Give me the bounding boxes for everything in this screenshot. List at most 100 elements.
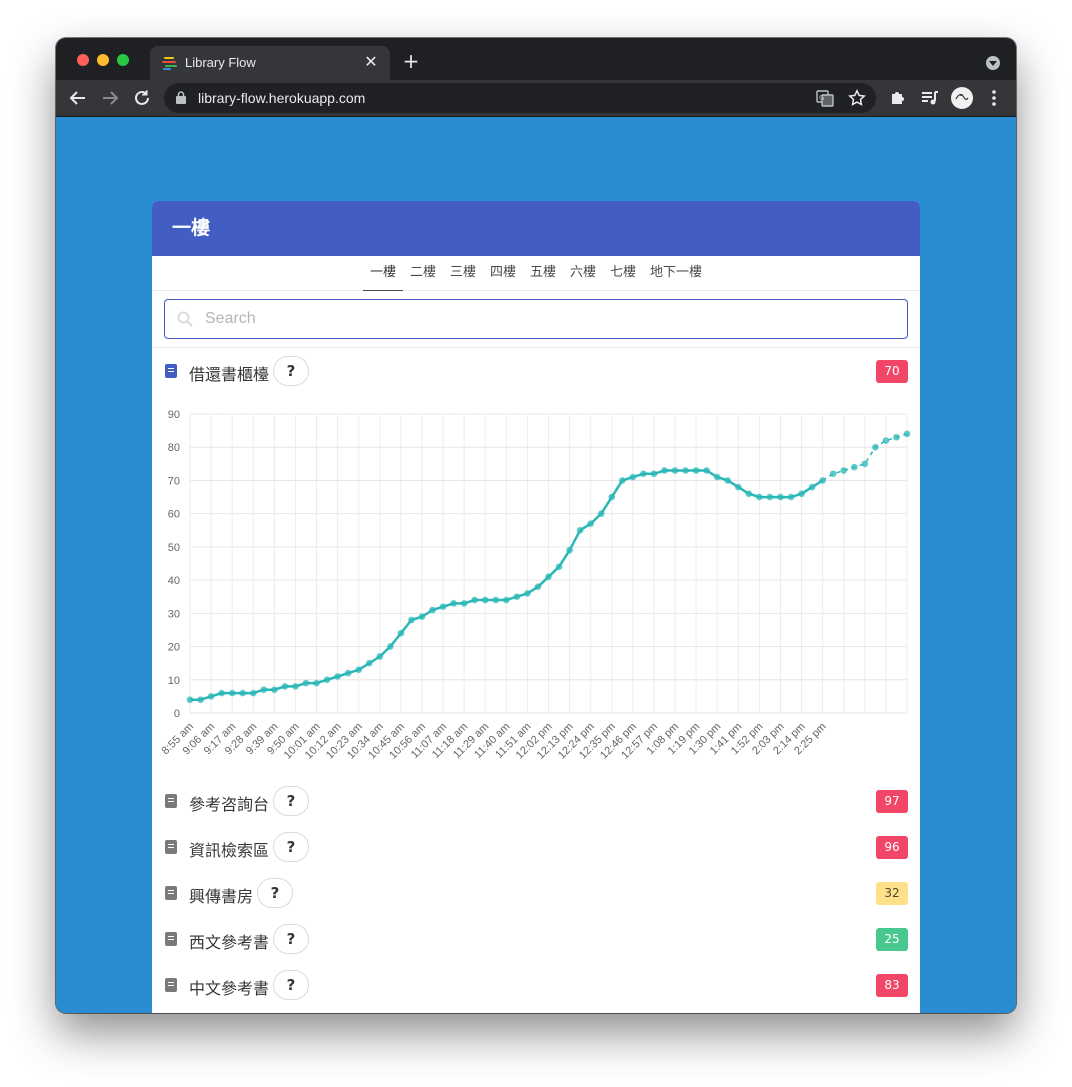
forward-arrow-icon[interactable]: [99, 87, 121, 109]
y-tick-label: 50: [168, 542, 180, 554]
search-input[interactable]: [205, 300, 895, 338]
tab-floor-3[interactable]: 三樓: [443, 256, 483, 291]
data-point: [903, 430, 911, 438]
data-point: [502, 596, 510, 604]
data-point: [291, 682, 299, 690]
data-point: [186, 696, 194, 704]
tab-floor-7[interactable]: 七樓: [603, 256, 643, 291]
line-chart-svg: 01020304050607080908:55 am9:06 am9:17 am…: [160, 409, 911, 762]
data-point: [587, 520, 595, 528]
svg-text:G: G: [819, 94, 824, 102]
data-point: [534, 583, 542, 591]
data-point: [439, 603, 447, 611]
data-point: [850, 463, 858, 471]
page-title: 一樓: [172, 217, 211, 239]
data-point: [281, 682, 289, 690]
minimize-window-button[interactable]: [97, 54, 109, 66]
data-point: [671, 466, 679, 474]
data-point: [682, 466, 690, 474]
location-row[interactable]: 參考咨詢台? 97: [152, 778, 920, 824]
back-arrow-icon[interactable]: [67, 87, 89, 109]
data-point: [798, 490, 806, 498]
data-point: [692, 466, 700, 474]
help-button[interactable]: ?: [273, 924, 309, 954]
data-point: [376, 653, 384, 661]
data-point: [882, 437, 890, 445]
book-icon: [165, 794, 177, 808]
data-point: [639, 470, 647, 478]
y-tick-label: 70: [168, 475, 180, 487]
data-point: [776, 493, 784, 501]
location-row[interactable]: 資訊檢索區? 96: [152, 824, 920, 870]
tab-floor-2[interactable]: 二樓: [403, 256, 443, 291]
data-point: [365, 659, 373, 667]
tab-floor-1[interactable]: 一樓: [362, 256, 403, 291]
data-point: [386, 643, 394, 651]
new-tab-button[interactable]: +: [400, 50, 422, 72]
data-point: [218, 689, 226, 697]
library-flow-favicon-icon: [162, 57, 177, 70]
translate-icon[interactable]: G: [816, 89, 834, 107]
tab-search-dropdown-icon[interactable]: [986, 56, 1000, 70]
data-point: [344, 669, 352, 677]
y-tick-label: 0: [174, 708, 180, 720]
help-button[interactable]: ?: [273, 970, 309, 1000]
tab-floor-4[interactable]: 四樓: [483, 256, 523, 291]
data-point: [523, 589, 531, 597]
tab-floor-8[interactable]: 地下一樓: [643, 256, 709, 291]
occupancy-count-badge: 96: [876, 836, 908, 859]
maximize-window-button[interactable]: [117, 54, 129, 66]
data-point: [492, 596, 500, 604]
data-point: [745, 490, 753, 498]
reload-icon[interactable]: [131, 87, 153, 109]
browser-toolbar: library-flow.herokuapp.com G: [56, 80, 1016, 117]
data-point: [270, 686, 278, 694]
data-point: [892, 433, 900, 441]
close-tab-icon[interactable]: ✕: [362, 53, 380, 71]
data-point: [703, 466, 711, 474]
floor-card: 一樓 一樓二樓三樓四樓五樓六樓七樓地下一樓 借還書櫃檯? 70 0 10 20 30 40 5…: [152, 201, 920, 1013]
profile-avatar[interactable]: [951, 87, 973, 109]
help-button[interactable]: ?: [273, 832, 309, 862]
help-button[interactable]: ?: [273, 786, 309, 816]
data-point: [840, 466, 848, 474]
occupancy-count-badge: 83: [876, 974, 908, 997]
location-row[interactable]: 借還書櫃檯? 70: [152, 348, 920, 394]
location-row[interactable]: 中文參考書? 83: [152, 962, 920, 1008]
extensions-puzzle-icon[interactable]: [888, 88, 908, 108]
browser-window: Library Flow ✕ + library-flow.herokuapp.…: [56, 38, 1016, 1013]
tab-title: Library Flow: [185, 55, 256, 70]
location-name: 西文參考書: [189, 933, 270, 952]
url-text: library-flow.herokuapp.com: [198, 90, 366, 106]
y-tick-label: 80: [168, 442, 180, 454]
data-point: [713, 473, 721, 481]
more-menu-icon[interactable]: [984, 88, 1004, 108]
tab-bar: Library Flow ✕ +: [56, 38, 1016, 80]
help-button[interactable]: ?: [273, 356, 309, 386]
data-point: [829, 470, 837, 478]
book-icon: [165, 932, 177, 946]
tab-floor-6[interactable]: 六樓: [563, 256, 603, 291]
help-button[interactable]: ?: [257, 878, 293, 908]
data-point: [545, 573, 552, 581]
bookmark-star-icon[interactable]: [848, 89, 866, 107]
tab-floor-5[interactable]: 五樓: [523, 256, 563, 291]
data-point: [323, 676, 331, 684]
data-point: [597, 510, 605, 518]
media-control-icon[interactable]: [920, 88, 940, 108]
browser-tab[interactable]: Library Flow ✕: [150, 46, 390, 80]
location-row[interactable]: 西文參考書? 25: [152, 916, 920, 962]
location-row[interactable]: 興傳書房? 32: [152, 870, 920, 916]
book-icon: [165, 886, 177, 900]
data-point: [808, 483, 816, 491]
address-bar[interactable]: library-flow.herokuapp.com G: [164, 83, 876, 113]
data-point: [618, 476, 626, 484]
lock-icon: [176, 91, 186, 104]
card-header: 一樓: [152, 201, 920, 256]
occupancy-count-badge: 25: [876, 928, 908, 951]
close-window-button[interactable]: [77, 54, 89, 66]
data-point: [249, 689, 257, 697]
data-point: [334, 672, 342, 680]
search-section: [152, 291, 920, 348]
data-point: [207, 692, 215, 700]
